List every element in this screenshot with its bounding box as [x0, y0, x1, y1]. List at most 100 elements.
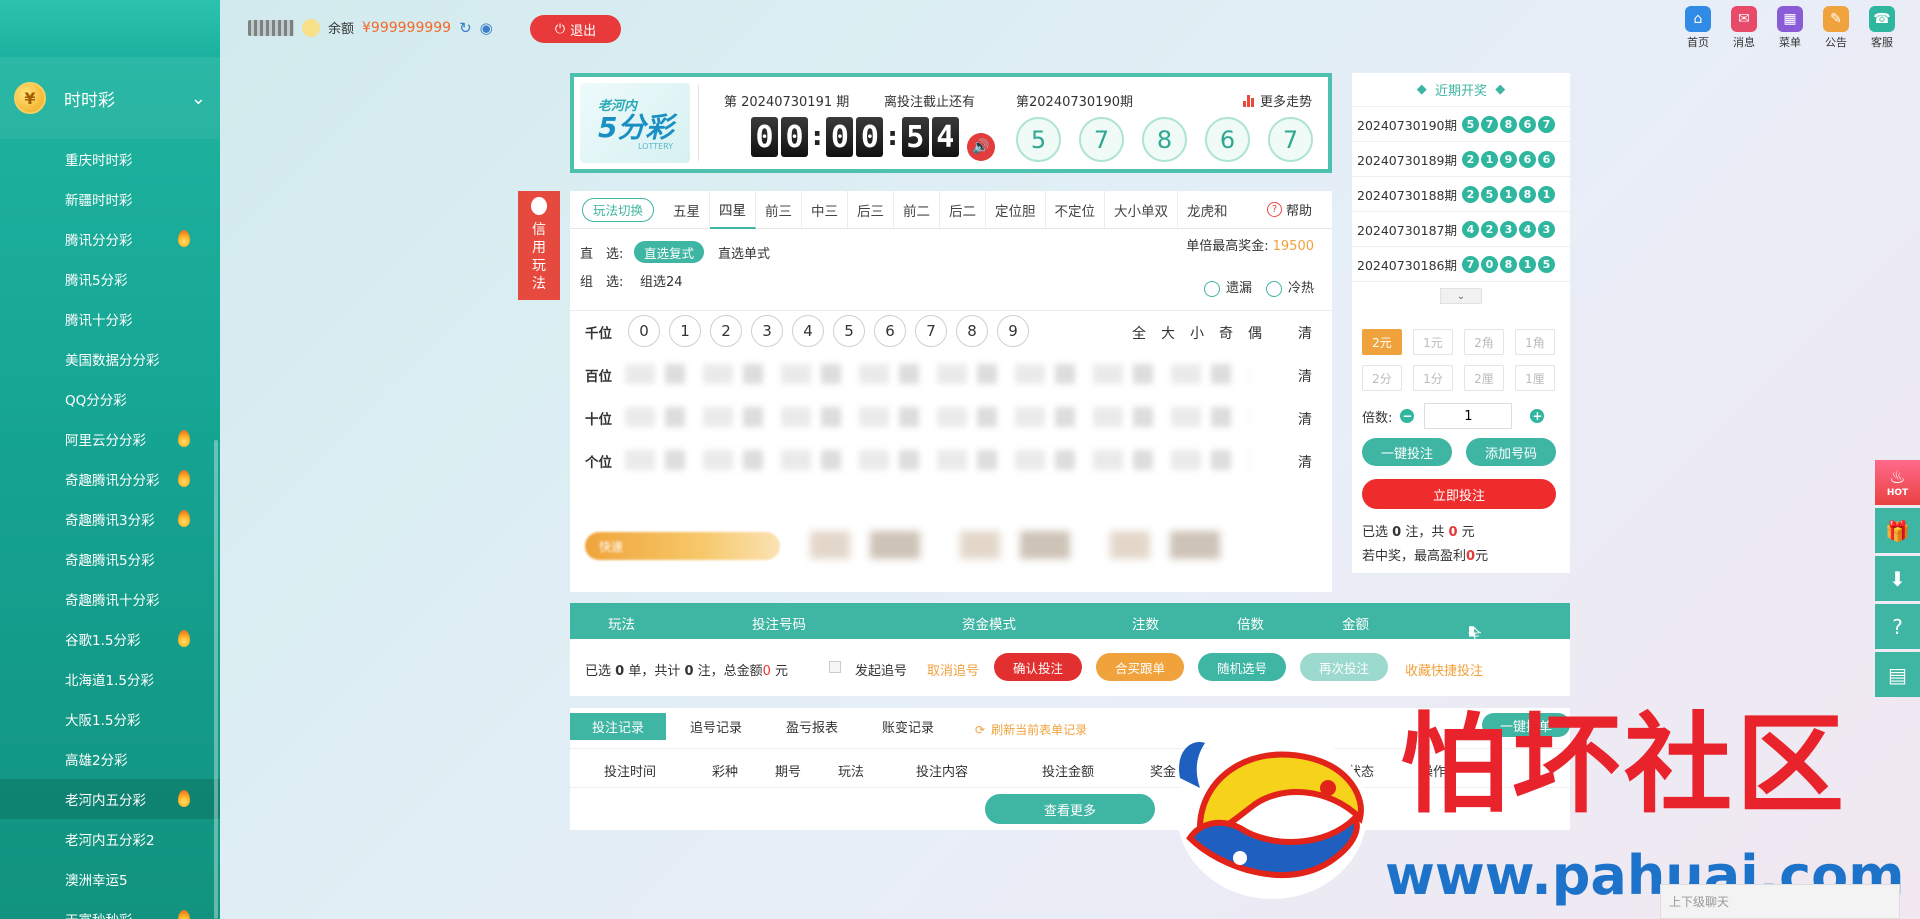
sidebar-group-header[interactable]: ¥ 时时彩 ⌄	[0, 57, 220, 139]
digit-button[interactable]: 7	[915, 315, 947, 347]
tab-chase-records[interactable]: 追号记录	[686, 713, 746, 740]
miss-radio[interactable]: 遗漏	[1203, 277, 1252, 297]
speaker-icon[interactable]: 🔊	[967, 133, 995, 161]
clear-row-button[interactable]: 清	[1298, 366, 1312, 386]
sidebar-item[interactable]: 天富秒秒彩	[0, 899, 220, 919]
tab-play-2[interactable]: 前三	[756, 190, 803, 229]
sidebar-item[interactable]: 腾讯5分彩	[0, 259, 220, 299]
add-number-button[interactable]: 添加号码	[1466, 438, 1556, 466]
tab-play-4[interactable]: 后三	[848, 190, 895, 229]
play-switch-button[interactable]: 玩法切换	[582, 197, 655, 222]
direct-compound-option[interactable]: 直选复式	[634, 241, 705, 263]
tab-play-7[interactable]: 定位胆	[986, 190, 1046, 229]
plus-icon[interactable]: +	[1530, 409, 1545, 423]
refresh-icon[interactable]: ↻	[459, 19, 472, 37]
digit-button[interactable]: 6	[874, 315, 906, 347]
digit-button[interactable]: 2	[710, 315, 742, 347]
sidebar-item[interactable]: 老河内五分彩2	[0, 819, 220, 859]
quick-select-option[interactable]: 大	[1161, 323, 1175, 343]
tab-play-3[interactable]: 中三	[802, 190, 849, 229]
chat-box[interactable]: 上下级聊天	[1660, 884, 1900, 919]
clipboard-icon[interactable]: ▤	[1875, 652, 1920, 697]
tab-play-10[interactable]: 龙虎和	[1178, 191, 1237, 229]
join-buy-button[interactable]: 合买跟单	[1096, 653, 1184, 681]
nav-home[interactable]: ⌂ 首页	[1680, 6, 1716, 50]
minus-icon[interactable]: −	[1400, 409, 1415, 423]
logout-button[interactable]: ⏻ 退出	[530, 15, 621, 43]
group24-option[interactable]: 组选24	[634, 271, 689, 290]
unit-option[interactable]: 2厘	[1464, 365, 1504, 391]
tab-play-5[interactable]: 前二	[894, 190, 941, 229]
sidebar-item[interactable]: 阿里云分分彩	[0, 419, 220, 459]
credit-play-tab[interactable]: 信 用 玩 法	[518, 191, 560, 300]
unit-option[interactable]: 1角	[1515, 329, 1555, 355]
unit-option[interactable]: 2角	[1464, 329, 1504, 355]
nav-menu[interactable]: ▦ 菜单	[1772, 6, 1808, 50]
quick-select-option[interactable]: 小	[1190, 323, 1204, 343]
tab-play-9[interactable]: 大小单双	[1105, 190, 1179, 229]
bet-again-button[interactable]: 再次投注	[1300, 653, 1388, 681]
quick-select-option[interactable]: 偶	[1248, 323, 1262, 343]
sidebar-item[interactable]: 奇趣腾讯分分彩	[0, 459, 220, 499]
fast-bet-button[interactable]: 快速	[585, 532, 780, 560]
gift-icon[interactable]: 🎁	[1875, 508, 1920, 553]
confirm-bet-button[interactable]: 确认投注	[994, 653, 1082, 681]
sidebar-item[interactable]: 腾讯分分彩	[0, 219, 220, 259]
clear-row-button[interactable]: 清	[1298, 323, 1312, 343]
sidebar-item[interactable]: 北海道1.5分彩	[0, 659, 220, 699]
sidebar-item[interactable]: 谷歌1.5分彩	[0, 619, 220, 659]
tab-play-8[interactable]: 不定位	[1046, 190, 1106, 229]
clear-row-button[interactable]: 清	[1298, 409, 1312, 429]
help-link[interactable]: ? 帮助	[1266, 200, 1312, 219]
sidebar-item[interactable]: 重庆时时彩	[0, 139, 220, 179]
tab-bet-records[interactable]: 投注记录	[570, 713, 666, 740]
digit-button[interactable]: 0	[628, 315, 660, 347]
sidebar-item[interactable]: QQ分分彩	[0, 379, 220, 419]
eye-hide-icon[interactable]: ◉	[480, 19, 493, 37]
nav-mail[interactable]: ✉ 消息	[1726, 6, 1762, 50]
tab-play-0[interactable]: 五星	[664, 190, 711, 229]
hot-float-button[interactable]: ♨ HOT	[1875, 460, 1920, 505]
nav-service[interactable]: ☎ 客服	[1864, 6, 1900, 50]
favorite-quick-bet-link[interactable]: 收藏快捷投注	[1405, 660, 1483, 679]
sidebar-item[interactable]: 美国数据分分彩	[0, 339, 220, 379]
nav-notice[interactable]: ✎ 公告	[1818, 6, 1854, 50]
cancel-chase-link[interactable]: 取消追号	[927, 660, 979, 679]
digit-button[interactable]: 8	[956, 315, 988, 347]
digit-button[interactable]: 3	[751, 315, 783, 347]
expand-more-button[interactable]: ⌄	[1440, 288, 1482, 304]
bet-now-button[interactable]: 立即投注	[1362, 479, 1556, 509]
download-icon[interactable]: ⬇	[1875, 556, 1920, 601]
direct-single-option[interactable]: 直选单式	[712, 243, 776, 262]
sidebar-item[interactable]: 奇趣腾讯5分彩	[0, 539, 220, 579]
see-more-button[interactable]: 查看更多	[985, 794, 1155, 824]
refresh-records-link[interactable]: ⟳ 刷新当前表单记录	[975, 721, 1087, 738]
sidebar-item[interactable]: 老河内五分彩	[0, 779, 220, 819]
hot-radio[interactable]: 冷热	[1265, 277, 1314, 297]
unit-option[interactable]: 2分	[1362, 365, 1402, 391]
unit-option[interactable]: 1厘	[1515, 365, 1555, 391]
help-icon[interactable]: ?	[1875, 604, 1920, 649]
sidebar-item[interactable]: 澳洲幸运5	[0, 859, 220, 899]
multiple-input[interactable]	[1424, 403, 1513, 429]
unit-option[interactable]: 2元	[1362, 329, 1402, 355]
sidebar-item[interactable]: 腾讯十分彩	[0, 299, 220, 339]
sidebar-item[interactable]: 大阪1.5分彩	[0, 699, 220, 739]
unit-option[interactable]: 1元	[1413, 329, 1453, 355]
clear-row-button[interactable]: 清	[1298, 452, 1312, 472]
digit-button[interactable]: 9	[997, 315, 1029, 347]
tab-play-1[interactable]: 四星	[710, 190, 757, 229]
digit-button[interactable]: 1	[669, 315, 701, 347]
unit-option[interactable]: 1分	[1413, 365, 1453, 391]
tab-play-6[interactable]: 后二	[940, 190, 987, 229]
chase-checkbox[interactable]	[829, 661, 841, 673]
digit-button[interactable]: 5	[833, 315, 865, 347]
random-pick-button[interactable]: 随机选号	[1198, 653, 1286, 681]
quick-select-option[interactable]: 全	[1132, 323, 1146, 343]
digit-button[interactable]: 4	[792, 315, 824, 347]
sidebar-item[interactable]: 奇趣腾讯3分彩	[0, 499, 220, 539]
sidebar-item[interactable]: 新疆时时彩	[0, 179, 220, 219]
sidebar-item[interactable]: 奇趣腾讯十分彩	[0, 579, 220, 619]
tab-profit-report[interactable]: 盈亏报表	[782, 713, 842, 740]
sidebar-item[interactable]: 高雄2分彩	[0, 739, 220, 779]
